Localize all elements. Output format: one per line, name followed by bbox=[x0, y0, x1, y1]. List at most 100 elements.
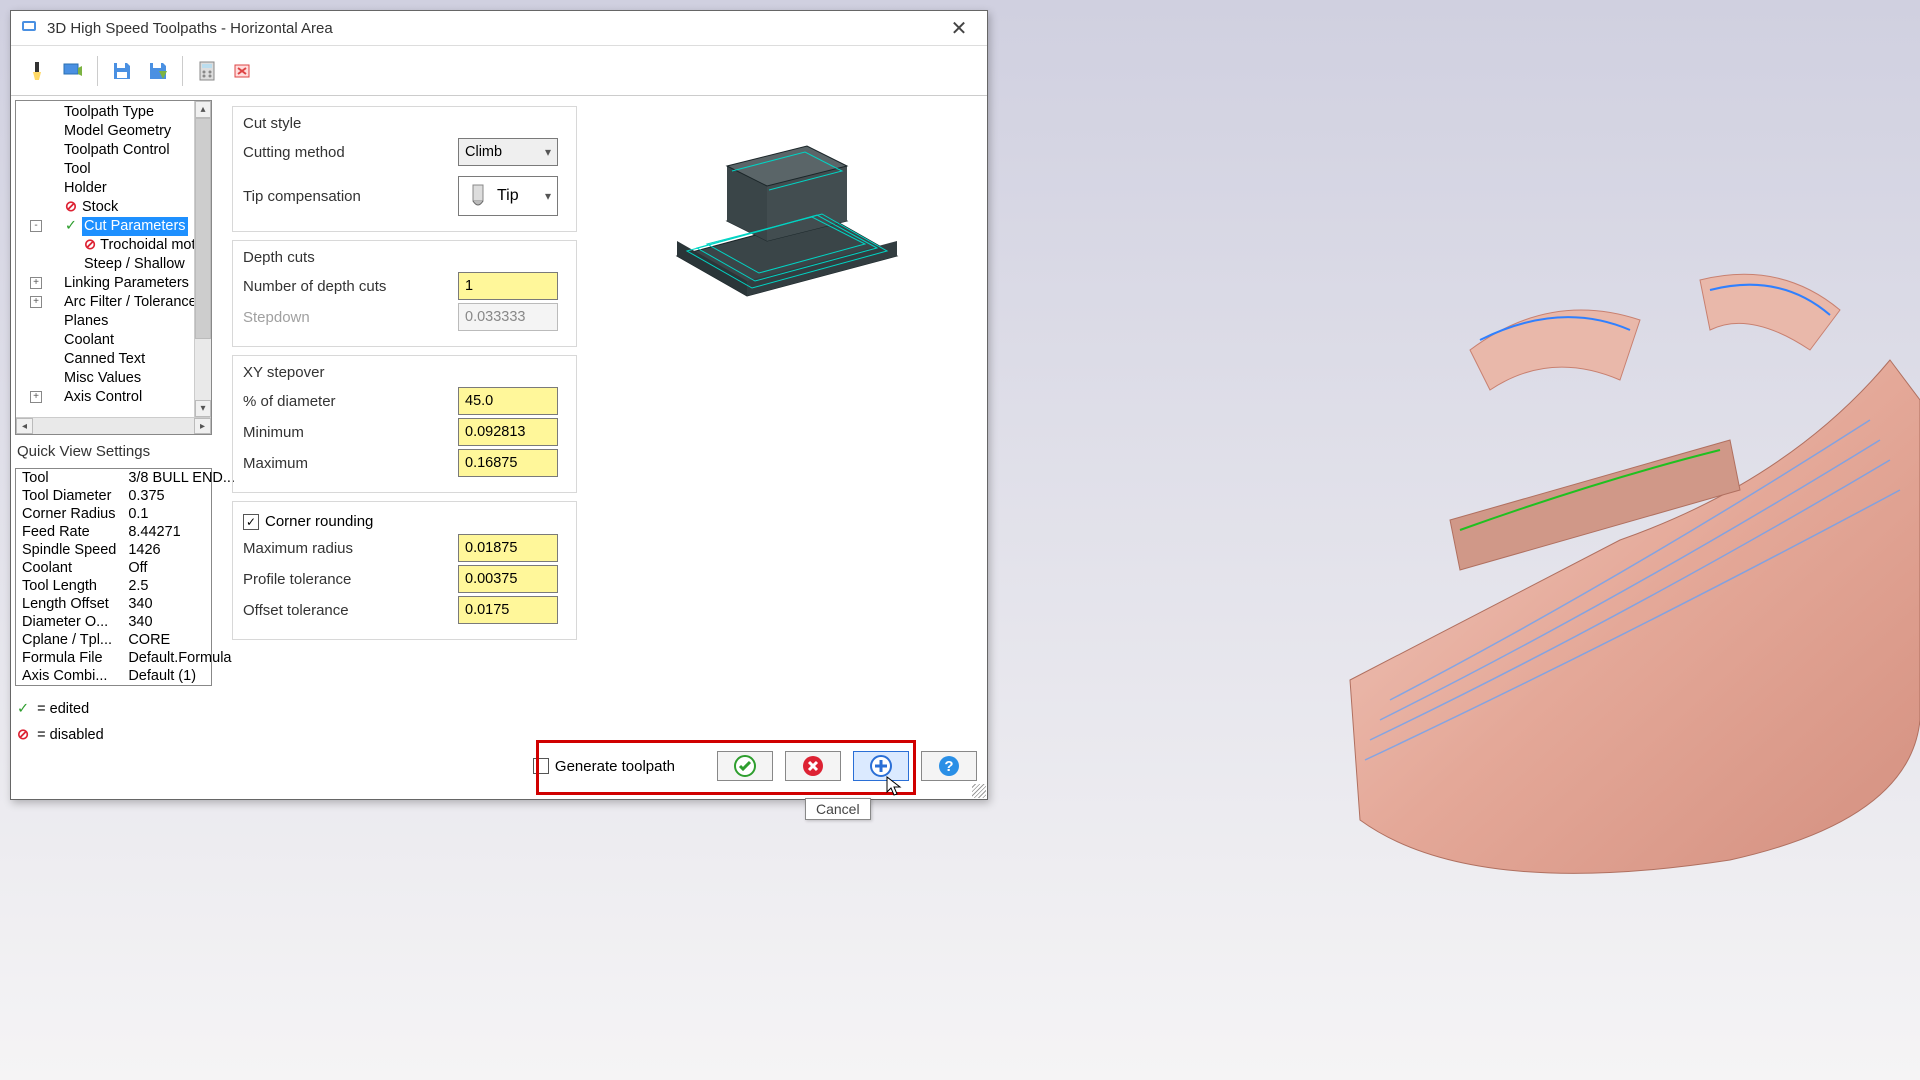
num-depth-cuts-label: Number of depth cuts bbox=[243, 278, 458, 295]
quick-view-key: Cplane / Tpl... bbox=[16, 631, 122, 649]
tree-item[interactable]: Toolpath Type bbox=[16, 103, 194, 122]
legend: ✓ = edited ⊘ = disabled bbox=[15, 692, 212, 752]
quick-view-title: Quick View Settings bbox=[15, 441, 212, 462]
quick-view-key: Length Offset bbox=[16, 595, 122, 613]
tree-scrollbar-horizontal[interactable]: ◂▸ bbox=[16, 417, 211, 434]
tree-item-label: Cut Parameters bbox=[82, 217, 188, 236]
quick-view-key: Tool bbox=[16, 469, 122, 487]
quick-view-key: Feed Rate bbox=[16, 523, 122, 541]
tree-item[interactable]: Misc Values bbox=[16, 369, 194, 388]
quick-view-key: Axis Combi... bbox=[16, 667, 122, 685]
tree-scrollbar-vertical[interactable]: ▴ ▾ bbox=[194, 101, 211, 417]
cut-style-title: Cut style bbox=[243, 115, 566, 132]
cancel-button[interactable] bbox=[785, 751, 841, 781]
display-icon[interactable] bbox=[57, 55, 89, 87]
cutting-method-label: Cutting method bbox=[243, 144, 458, 161]
tree-item[interactable]: + Linking Parameters bbox=[16, 274, 194, 293]
apply-button[interactable] bbox=[853, 751, 909, 781]
quick-view-key: Tool Length bbox=[16, 577, 122, 595]
check-icon: ✓ bbox=[17, 696, 29, 722]
titlebar: 3D High Speed Toolpaths - Horizontal Are… bbox=[11, 11, 987, 46]
tree-item-label: Axis Control bbox=[64, 388, 142, 407]
legend-disabled: = disabled bbox=[37, 722, 104, 748]
help-button[interactable]: ? bbox=[921, 751, 977, 781]
quick-view-row: Formula FileDefault.Formula bbox=[16, 649, 241, 667]
tree-item-label: Linking Parameters bbox=[64, 274, 189, 293]
corner-rounding-checkbox[interactable]: ✓ bbox=[243, 514, 259, 530]
tree-item[interactable]: Tool bbox=[16, 160, 194, 179]
quick-view-row: CoolantOff bbox=[16, 559, 241, 577]
close-button[interactable]: ✕ bbox=[939, 14, 979, 42]
tree-item[interactable]: Steep / Shallow bbox=[16, 255, 194, 274]
cancel-tooltip: Cancel bbox=[805, 798, 871, 820]
offset-tolerance-input[interactable] bbox=[458, 596, 558, 624]
tree-item[interactable]: ⊘ Trochoidal motion bbox=[16, 236, 194, 255]
tree-item-label: Canned Text bbox=[64, 350, 145, 369]
window-title: 3D High Speed Toolpaths - Horizontal Are… bbox=[47, 20, 939, 37]
disabled-icon: ⊘ bbox=[84, 239, 96, 253]
tree-item[interactable]: ⊘Stock bbox=[16, 198, 194, 217]
tree-panel: Toolpath TypeModel GeometryToolpath Cont… bbox=[15, 100, 212, 435]
stepdown-label: Stepdown bbox=[243, 309, 458, 326]
tree-item[interactable]: Coolant bbox=[16, 331, 194, 350]
stepdown-input bbox=[458, 303, 558, 331]
tree-expander-icon[interactable]: + bbox=[30, 296, 42, 308]
save-as-icon[interactable] bbox=[142, 55, 174, 87]
generate-toolpath-checkbox[interactable] bbox=[533, 758, 549, 774]
quick-view-row: Length Offset340 bbox=[16, 595, 241, 613]
maximum-label: Maximum bbox=[243, 455, 458, 472]
maximum-input[interactable] bbox=[458, 449, 558, 477]
tree-item-label: Toolpath Control bbox=[64, 141, 170, 160]
tree-item-label: Arc Filter / Tolerance bbox=[64, 293, 194, 312]
num-depth-cuts-input[interactable] bbox=[458, 272, 558, 300]
quick-view-key: Diameter O... bbox=[16, 613, 122, 631]
check-icon: ✓ bbox=[64, 220, 78, 234]
cutting-method-select[interactable]: Climb bbox=[458, 138, 558, 166]
corner-rounding-label: Corner rounding bbox=[265, 513, 373, 530]
save-icon[interactable] bbox=[106, 55, 138, 87]
resize-grip[interactable] bbox=[972, 784, 986, 798]
tree-item[interactable]: Planes bbox=[16, 312, 194, 331]
pct-diameter-label: % of diameter bbox=[243, 393, 458, 410]
tree-item-label: Steep / Shallow bbox=[84, 255, 185, 274]
tree-item[interactable]: Toolpath Control bbox=[16, 141, 194, 160]
quick-view-row: Corner Radius0.1 bbox=[16, 505, 241, 523]
depth-cuts-title: Depth cuts bbox=[243, 249, 566, 266]
disabled-icon: ⊘ bbox=[17, 722, 29, 748]
tree-expander-icon[interactable]: - bbox=[30, 220, 42, 232]
quick-view-row: Tool3/8 BULL END... bbox=[16, 469, 241, 487]
quick-view-key: Formula File bbox=[16, 649, 122, 667]
legend-edited: = edited bbox=[37, 696, 89, 722]
quick-view-key: Corner Radius bbox=[16, 505, 122, 523]
tree-item-label: Toolpath Type bbox=[64, 103, 154, 122]
tree-item[interactable]: - ✓ Cut Parameters bbox=[16, 217, 194, 236]
tree-item-label: Misc Values bbox=[64, 369, 141, 388]
tree-item-label: Stock bbox=[82, 198, 118, 217]
tree-expander-icon[interactable]: + bbox=[30, 277, 42, 289]
tip-compensation-select[interactable]: Tip bbox=[458, 176, 558, 216]
tree-item-label: Trochoidal motion bbox=[100, 236, 194, 255]
tree-item[interactable]: Model Geometry bbox=[16, 122, 194, 141]
calculator-icon[interactable] bbox=[191, 55, 223, 87]
minimum-input[interactable] bbox=[458, 418, 558, 446]
parameter-tree[interactable]: Toolpath TypeModel GeometryToolpath Cont… bbox=[16, 101, 194, 417]
tree-item[interactable]: Holder bbox=[16, 179, 194, 198]
tree-item-label: Tool bbox=[64, 160, 91, 179]
ok-button[interactable] bbox=[717, 751, 773, 781]
xy-stepover-title: XY stepover bbox=[243, 364, 566, 381]
quick-view-row: Diameter O...340 bbox=[16, 613, 241, 631]
tree-item[interactable]: Canned Text bbox=[16, 350, 194, 369]
toolpath-dialog: 3D High Speed Toolpaths - Horizontal Are… bbox=[10, 10, 988, 800]
viewport-3d-model[interactable] bbox=[1270, 200, 1920, 900]
tree-expander-icon[interactable]: + bbox=[30, 391, 42, 403]
cancel-changes-icon[interactable] bbox=[227, 55, 259, 87]
quick-view-row: Tool Length2.5 bbox=[16, 577, 241, 595]
quick-view-key: Tool Diameter bbox=[16, 487, 122, 505]
flashlight-icon[interactable] bbox=[21, 55, 53, 87]
tree-item[interactable]: + Axis Control bbox=[16, 388, 194, 407]
profile-tolerance-input[interactable] bbox=[458, 565, 558, 593]
max-radius-input[interactable] bbox=[458, 534, 558, 562]
quick-view-row: Spindle Speed1426 bbox=[16, 541, 241, 559]
tree-item[interactable]: + Arc Filter / Tolerance bbox=[16, 293, 194, 312]
pct-diameter-input[interactable] bbox=[458, 387, 558, 415]
